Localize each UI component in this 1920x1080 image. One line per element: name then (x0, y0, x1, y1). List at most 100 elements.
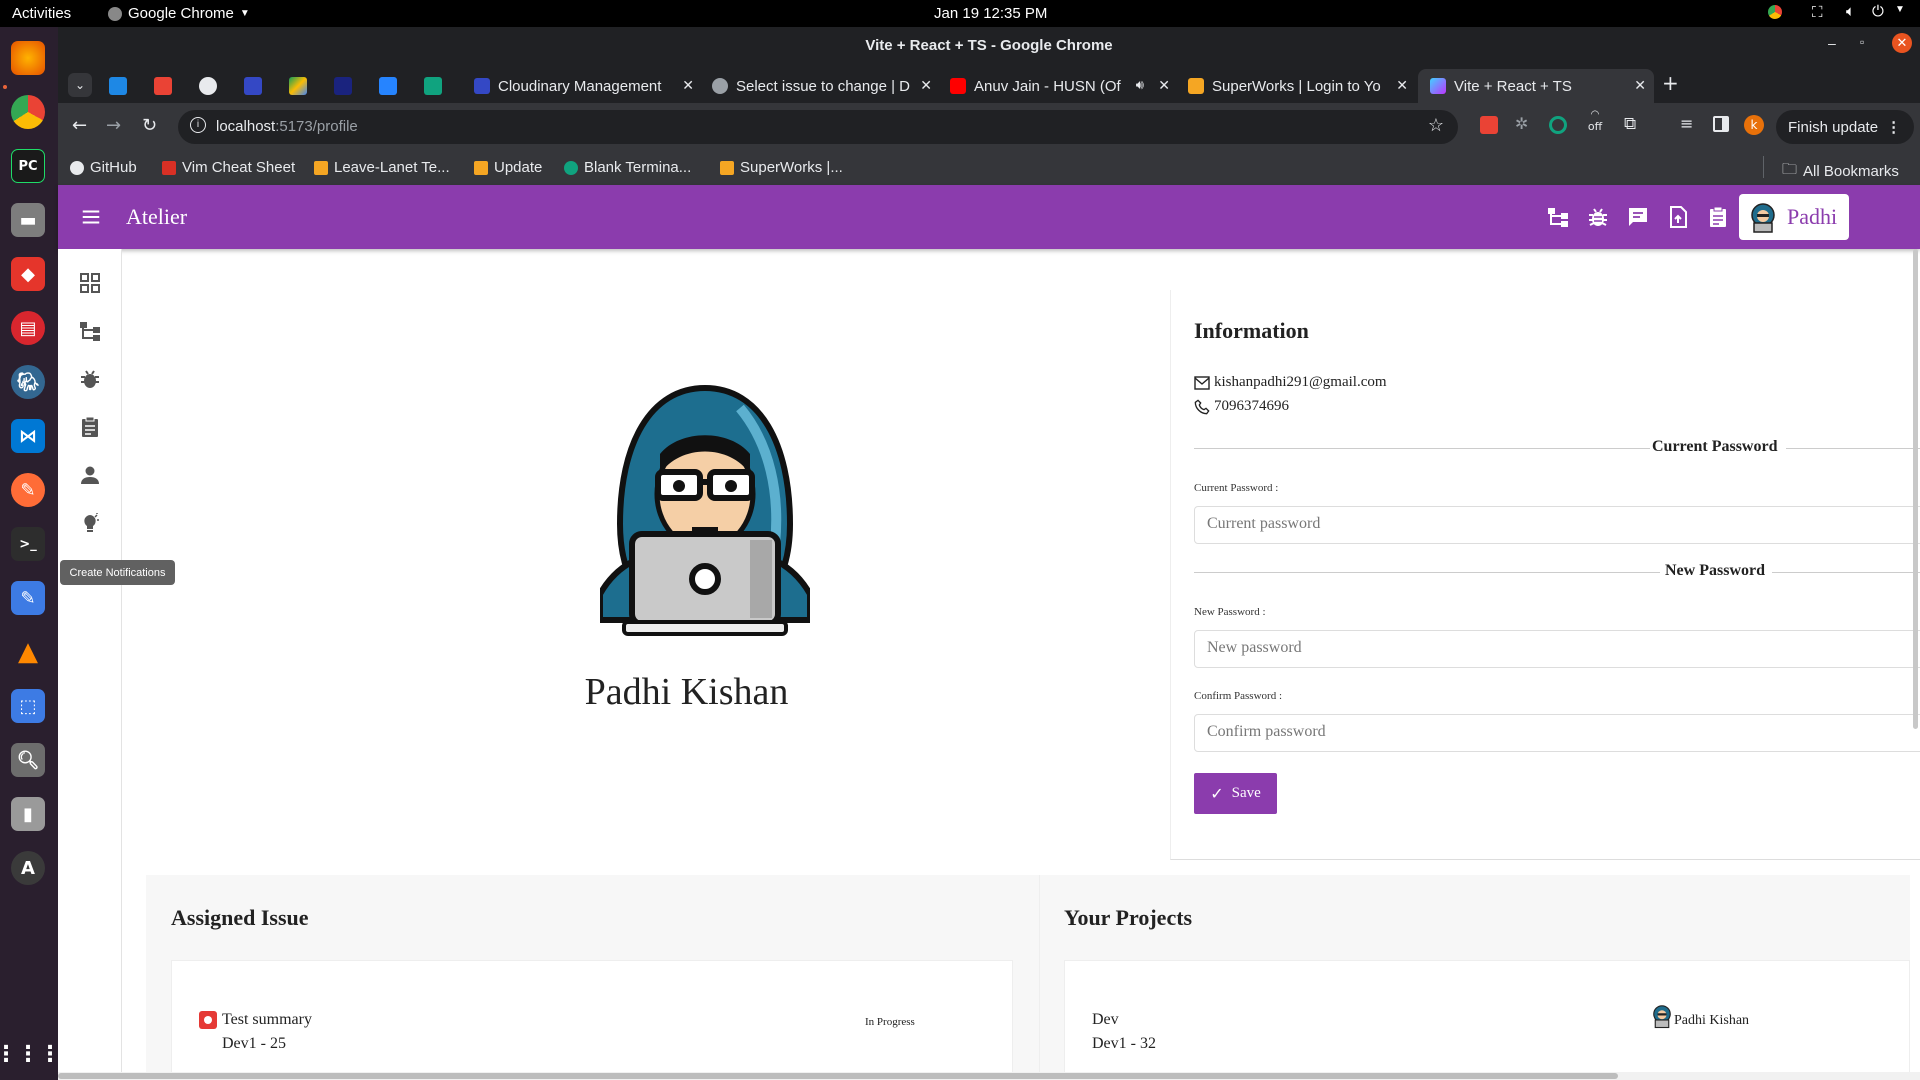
scrollbar-thumb[interactable] (58, 1073, 1618, 1079)
bookmark-leave[interactable]: Leave-Lanet Te... (314, 159, 450, 176)
save-button[interactable]: ✓ Save (1194, 773, 1277, 814)
close-icon[interactable]: ✕ (1158, 77, 1170, 94)
activities-button[interactable]: Activities (12, 5, 71, 22)
bookmark-github[interactable]: GitHub (70, 159, 137, 176)
software-updater-icon[interactable]: A (11, 851, 45, 885)
back-icon[interactable]: ← (72, 115, 87, 136)
minimize-icon[interactable]: – (1828, 35, 1836, 51)
bookmark-label: Update (494, 159, 543, 176)
bookmark-update[interactable]: Update (474, 159, 542, 176)
new-password-input[interactable]: New password (1194, 630, 1920, 668)
close-icon[interactable]: ✕ (1634, 77, 1646, 94)
current-password-input[interactable]: Current password (1194, 506, 1920, 544)
extension-green-icon[interactable] (1549, 116, 1567, 134)
confirm-password-input[interactable]: Confirm password (1194, 714, 1920, 752)
audio-playing-icon[interactable]: 🔊︎ (1136, 77, 1144, 93)
side-panel-icon[interactable] (1713, 116, 1729, 132)
address-bar[interactable]: i localhost:5173/profile ☆ (178, 110, 1458, 144)
bookmark-star-icon[interactable]: ☆ (1428, 115, 1444, 136)
tab-youtube[interactable]: Anuv Jain - HUSN (Of 🔊︎ ✕ (942, 69, 1178, 103)
maximize-icon[interactable]: ▫ (1860, 35, 1864, 49)
app-menu[interactable]: Google Chrome ▼ (108, 5, 250, 22)
bookmark-terminal[interactable]: Blank Termina... (564, 159, 691, 176)
power-icon[interactable]: ⏻ (1872, 3, 1884, 20)
postgres-icon[interactable]: 🐘︎ (11, 365, 45, 399)
anydesk-icon[interactable]: ◆ (11, 257, 45, 291)
project-card[interactable]: Dev Dev1 - 32 Padhi Kishan (1064, 960, 1910, 1080)
pinned-tab-meet[interactable] (334, 77, 352, 95)
volume-icon[interactable]: 🔈︎ (1846, 3, 1855, 20)
redis-icon[interactable]: ▤ (11, 311, 45, 345)
pinned-tab-chatgpt[interactable] (424, 77, 442, 95)
vscode-icon[interactable]: ⋈ (11, 419, 45, 453)
pinned-tab-gmail[interactable] (154, 77, 172, 95)
file-upload-icon[interactable] (1666, 205, 1690, 229)
vertical-scrollbar[interactable] (1913, 249, 1918, 729)
network-icon[interactable]: ⛶ (1812, 4, 1823, 21)
hierarchy-icon[interactable] (1546, 205, 1570, 229)
tab-cloudinary[interactable]: Cloudinary Management ✕ (466, 69, 702, 103)
pinned-tab-github[interactable] (199, 77, 217, 95)
pinned-tab-cloudinary[interactable] (244, 77, 262, 95)
bookmark-vim[interactable]: Vim Cheat Sheet (162, 159, 295, 176)
tab-select-issue[interactable]: Select issue to change | D ✕ (704, 69, 940, 103)
close-icon[interactable]: ✕ (920, 77, 932, 94)
text-editor-icon[interactable]: ✎ (11, 581, 45, 615)
user-chip[interactable]: Padhi (1739, 194, 1849, 240)
issue-card[interactable]: Test summary Dev1 - 25 In Progress (171, 960, 1013, 1080)
postman-icon[interactable]: ✎ (11, 473, 45, 507)
extension-red-icon[interactable] (1480, 116, 1498, 134)
image-viewer-icon[interactable]: 🔍︎ (11, 743, 45, 777)
app-brand[interactable]: Atelier (126, 204, 187, 230)
media-control-icon[interactable]: ≡ (1680, 114, 1693, 133)
clipboard-icon[interactable] (78, 415, 102, 439)
tab-superworks[interactable]: SuperWorks | Login to Yo ✕ (1180, 69, 1416, 103)
lightbulb-icon[interactable] (78, 511, 102, 535)
dock-running-indicator (3, 85, 7, 89)
project-lead: Padhi Kishan (1674, 1013, 1750, 1028)
usb-icon[interactable]: ▮ (11, 797, 45, 831)
chrome-tray-icon[interactable] (1768, 5, 1782, 19)
pycharm-icon[interactable]: PC (11, 149, 45, 183)
system-menu-chevron-icon[interactable]: ▼ (1895, 4, 1905, 15)
pinned-tab-drive[interactable] (289, 77, 307, 95)
clock[interactable]: Jan 19 12:35 PM (934, 5, 1047, 22)
pinned-tab-s[interactable] (109, 77, 127, 95)
chat-icon[interactable] (1626, 205, 1650, 229)
terminal-icon[interactable]: >_ (11, 527, 45, 561)
site-info-icon[interactable]: i (190, 117, 206, 133)
pinned-tab-jira[interactable] (379, 77, 397, 95)
person-icon[interactable] (78, 463, 102, 487)
vlc-icon[interactable]: ▲ (11, 635, 45, 669)
tab-vite[interactable]: Vite + React + TS ✕ (1418, 69, 1654, 103)
bookmark-superworks[interactable]: SuperWorks |... (720, 159, 843, 176)
screenshot-icon[interactable]: ⬚ (11, 689, 45, 723)
bug-icon[interactable] (1586, 205, 1610, 229)
tab-search-icon[interactable]: ⌄ (68, 73, 92, 97)
chrome-icon[interactable] (11, 95, 45, 129)
close-icon[interactable]: ✕ (1396, 77, 1408, 94)
extension-off-badge[interactable]: ◠ off (1584, 109, 1606, 133)
bug-icon[interactable] (78, 367, 102, 391)
hierarchy-icon[interactable] (78, 319, 102, 343)
dashboard-icon[interactable] (78, 271, 102, 295)
all-bookmarks[interactable]: 🗀︎ All Bookmarks (1782, 159, 1899, 184)
extensions-puzzle-icon[interactable]: ⧉ (1624, 114, 1636, 134)
show-apps-icon[interactable]: ⋮⋮⋮ (0, 1037, 61, 1071)
files-icon[interactable]: ▬ (11, 203, 45, 237)
close-window-icon[interactable]: ✕ (1892, 33, 1912, 53)
horizontal-scrollbar[interactable] (58, 1072, 1920, 1080)
clipboard-icon[interactable] (1706, 205, 1730, 229)
reload-icon[interactable]: ↻ (142, 115, 157, 136)
bookmarks-divider (1763, 156, 1764, 178)
forward-icon[interactable]: → (106, 115, 121, 136)
extension-bug-icon[interactable]: ✲ (1515, 114, 1528, 133)
firefox-icon[interactable] (11, 41, 45, 75)
app-menu-label: Google Chrome (128, 5, 234, 22)
menu-icon[interactable] (80, 206, 102, 228)
youtube-icon (950, 78, 966, 94)
new-tab-icon[interactable]: + (1662, 71, 1679, 95)
finish-update-button[interactable]: Finish update ⋮ (1776, 110, 1914, 144)
profile-avatar[interactable]: k (1744, 115, 1764, 135)
close-icon[interactable]: ✕ (682, 77, 694, 94)
